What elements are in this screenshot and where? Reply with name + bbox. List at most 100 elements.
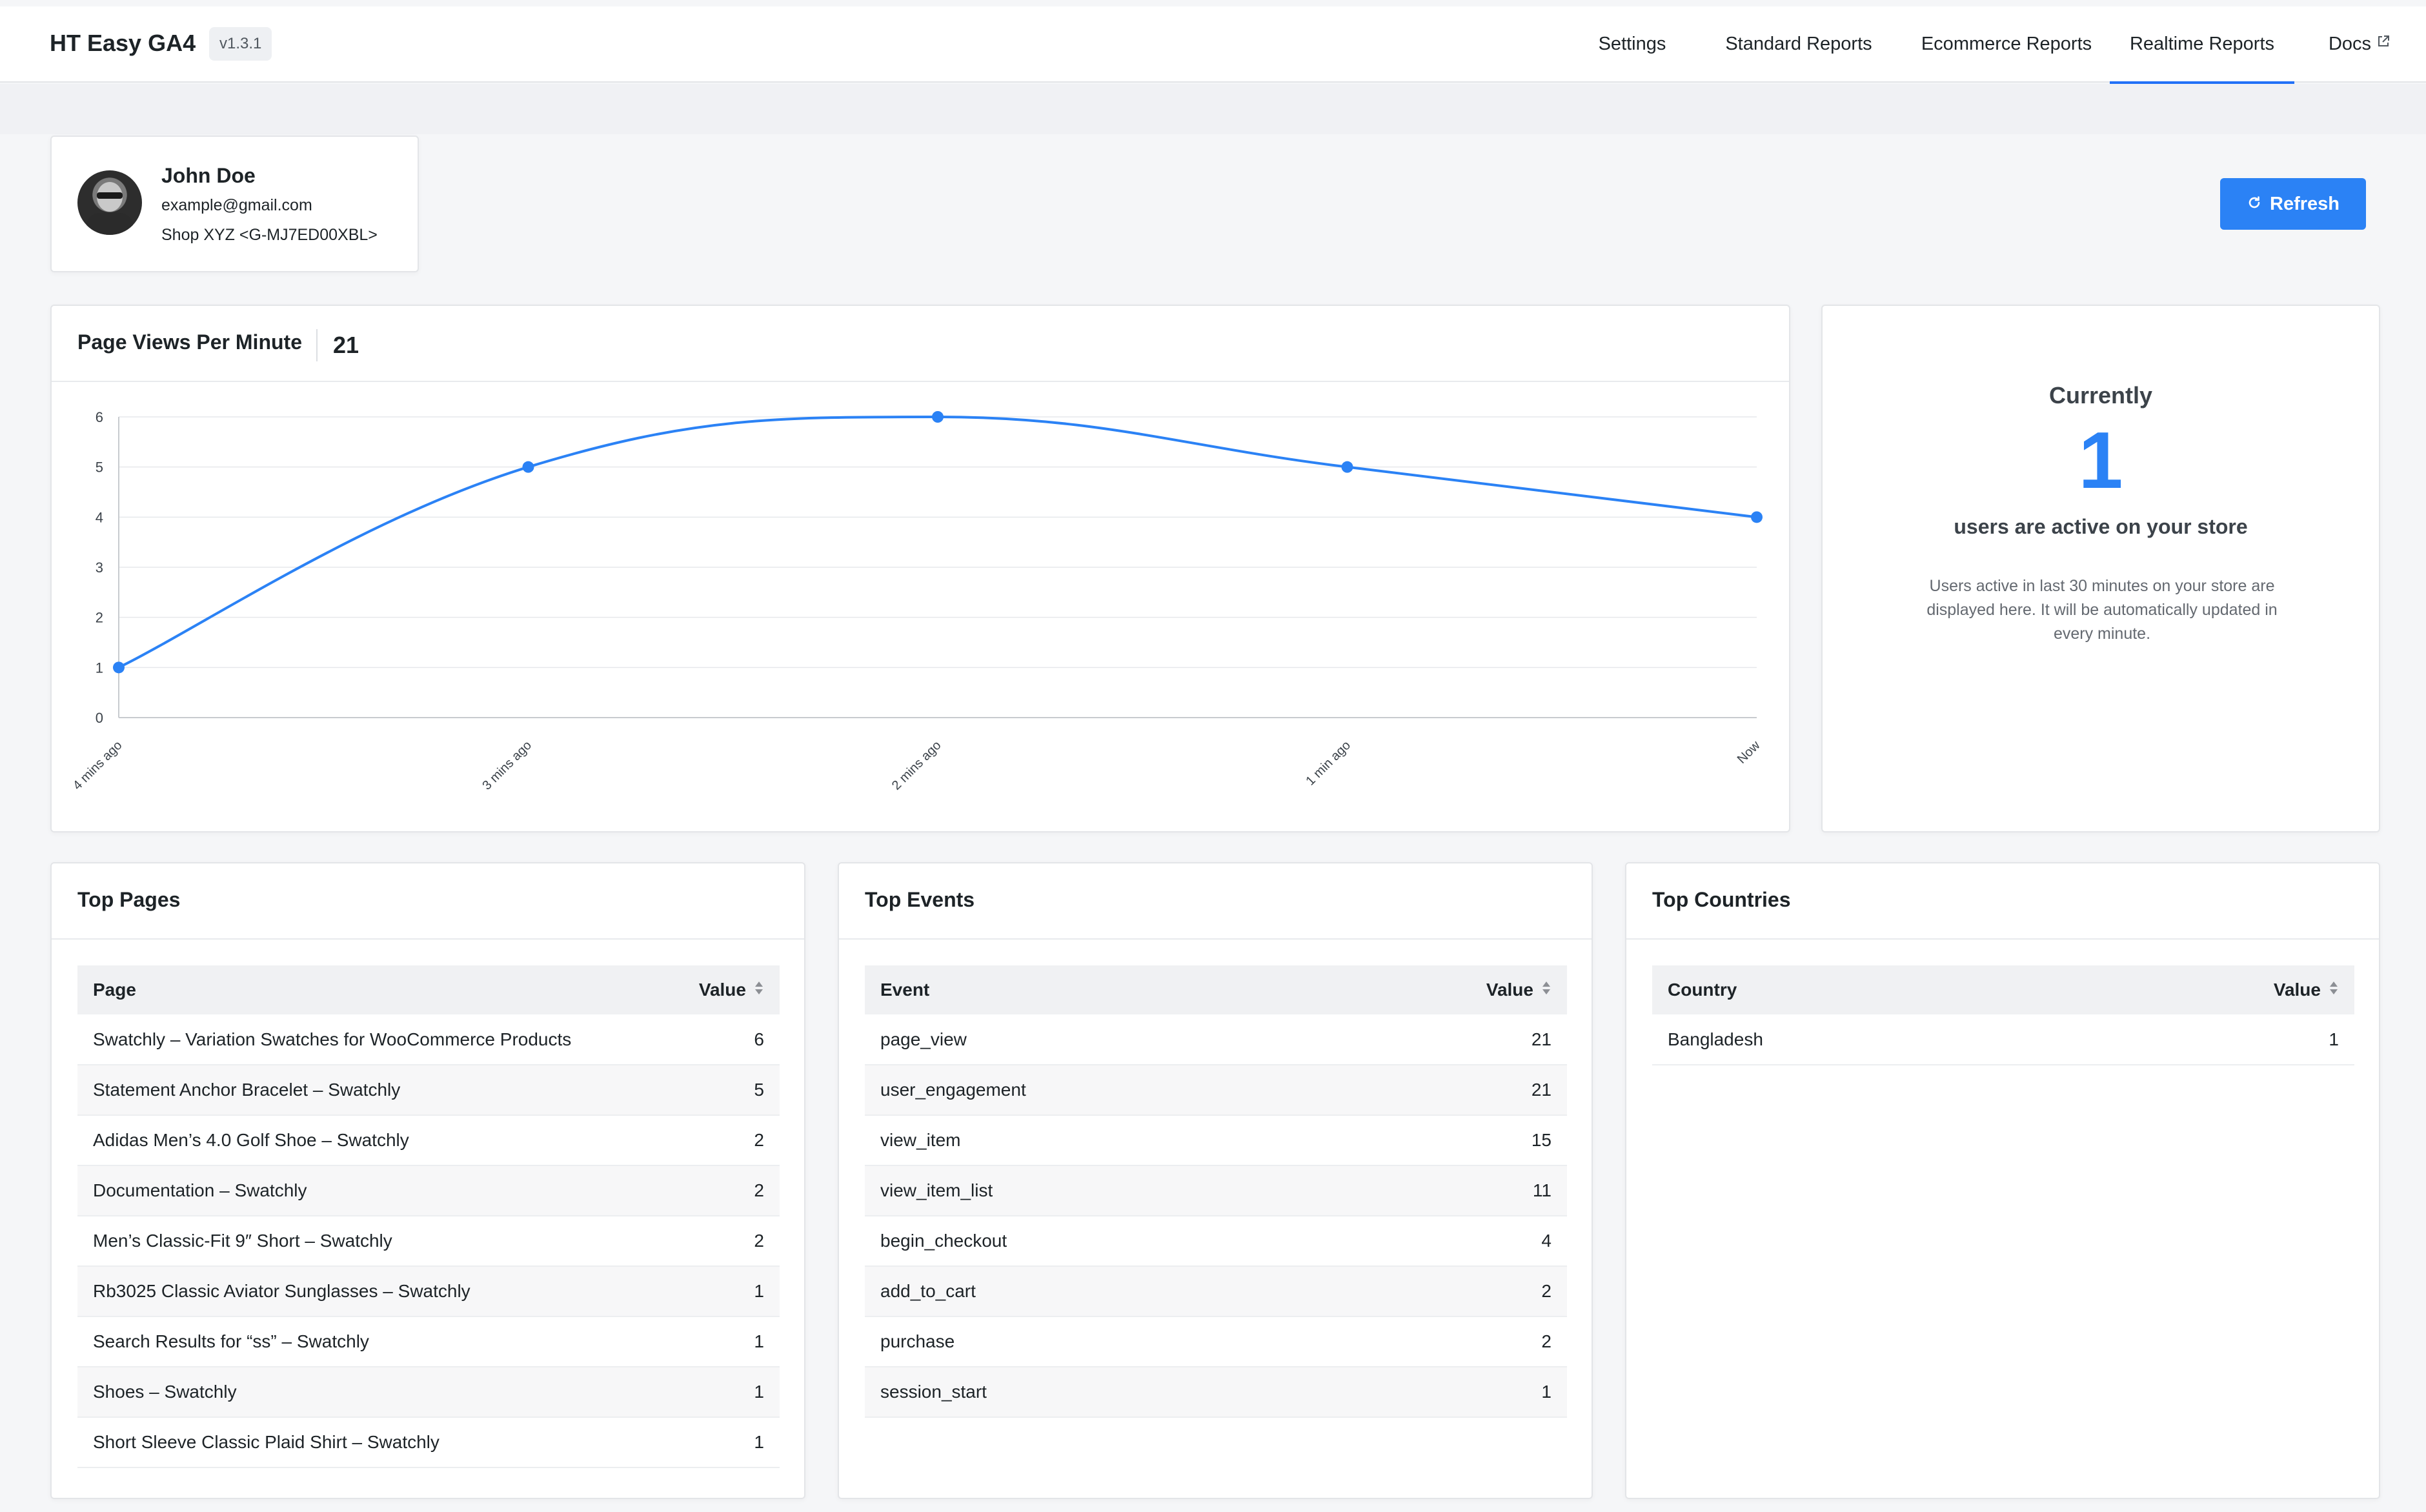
y-tick-label: 4 [96, 509, 103, 525]
table-row: purchase 2 [865, 1316, 1567, 1367]
row-value: 2 [668, 1165, 780, 1216]
row-label: view_item_list [865, 1165, 1320, 1216]
row-label: Documentation – Swatchly [77, 1165, 669, 1216]
app-title: HT Easy GA4 [50, 30, 196, 56]
refresh-button[interactable]: Refresh [2220, 178, 2366, 230]
row-label: Short Sleeve Classic Plaid Shirt – Swatc… [77, 1417, 669, 1468]
top-countries-card: Top Countries Country Value Bangladesh 1 [1625, 862, 2380, 1499]
row-label: Statement Anchor Bracelet – Swatchly [77, 1065, 669, 1116]
column-header-label: Country [1668, 980, 1737, 1000]
row-label: user_engagement [865, 1065, 1320, 1116]
active-users-card: Currently 1 users are active on your sto… [1821, 305, 2380, 832]
page-views-chart: 0 1 2 3 4 5 6 4 mins ago 3 mins ago 2 mins ago 1 m… [70, 409, 1763, 793]
table-row: Short Sleeve Classic Plaid Shirt – Swatc… [77, 1417, 780, 1468]
row-label: Swatchly – Variation Swatches for WooCom… [77, 1014, 669, 1065]
y-tick-label: 5 [96, 459, 103, 476]
data-point[interactable] [1341, 461, 1353, 473]
tab-realtime-reports-label: Realtime Reports [2129, 34, 2275, 54]
data-point[interactable] [1751, 511, 1763, 523]
profile-name: John Doe [161, 164, 256, 187]
row-value: 2 [668, 1216, 780, 1267]
top-events-header: Top Events [839, 863, 1592, 940]
tab-ecommerce-reports-label: Ecommerce Reports [1921, 34, 2092, 54]
page-views-card: Page Views Per Minute 21 0 1 2 3 4 5 6 4 mins a… [50, 305, 1790, 832]
table-row: Bangladesh 1 [1652, 1014, 2354, 1065]
top-events-card: Top Events Event Value page_view 21 user_eng… [838, 862, 1593, 1499]
table-row: page_view 21 [865, 1014, 1567, 1065]
tab-docs-label: Docs [2328, 34, 2372, 54]
table-row: session_start 1 [865, 1367, 1567, 1418]
data-point[interactable] [522, 461, 534, 473]
row-label: Adidas Men’s 4.0 Golf Shoe – Swatchly [77, 1115, 669, 1166]
top-pages-table: Page Value Swatchly – Variation Swatches f… [77, 965, 780, 1468]
tab-standard-reports-label: Standard Reports [1725, 34, 1872, 54]
refresh-label: Refresh [2270, 194, 2340, 214]
y-tick-label: 3 [96, 559, 103, 576]
tab-settings[interactable]: Settings [1593, 6, 1671, 84]
column-header-value[interactable]: Value [2051, 965, 2354, 1014]
top-events-title: Top Events [865, 888, 975, 911]
table-row: Men’s Classic-Fit 9″ Short – Swatchly 2 [77, 1216, 780, 1267]
y-tick-label: 6 [96, 409, 103, 425]
row-label: begin_checkout [865, 1216, 1320, 1267]
top-countries-table: Country Value Bangladesh 1 [1652, 965, 2354, 1065]
row-value: 6 [668, 1014, 780, 1065]
table-row: Rb3025 Classic Aviator Sunglasses – Swat… [77, 1266, 780, 1317]
table-row: view_item_list 11 [865, 1165, 1567, 1216]
column-header-label: Value [698, 980, 746, 1000]
row-label: add_to_cart [865, 1266, 1320, 1317]
column-header-name: Event [865, 965, 1319, 1014]
row-label: Shoes – Swatchly [77, 1367, 669, 1418]
row-label: Rb3025 Classic Aviator Sunglasses – Swat… [77, 1266, 669, 1317]
external-link-icon [2376, 5, 2391, 80]
data-point[interactable] [113, 661, 125, 674]
sort-icon[interactable] [754, 980, 764, 1000]
active-users-description: Users active in last 30 minutes on your … [1926, 577, 2278, 643]
sort-icon[interactable] [2329, 980, 2339, 1000]
y-tick-label: 2 [96, 610, 103, 626]
table-row: begin_checkout 4 [865, 1216, 1567, 1267]
top-pages-title: Top Pages [77, 888, 181, 911]
row-value: 4 [1319, 1216, 1567, 1267]
table-row: Search Results for “ss” – Swatchly 1 [77, 1316, 780, 1367]
x-tick-label: Now [1735, 738, 1763, 767]
version-badge: v1.3.1 [209, 27, 272, 61]
profile-card: John Doe example@gmail.com Shop XYZ <G-M… [50, 136, 419, 272]
page-views-total: 21 [316, 329, 359, 361]
tab-docs[interactable]: Docs [2318, 6, 2401, 84]
tab-realtime-reports[interactable]: Realtime Reports [2110, 6, 2294, 84]
column-header-name: Country [1652, 965, 2051, 1014]
row-label: view_item [865, 1115, 1320, 1166]
page-views-header: Page Views Per Minute 21 [52, 306, 1789, 382]
row-label: purchase [865, 1316, 1320, 1367]
avatar [77, 170, 142, 235]
x-tick-label: 1 min ago [1303, 738, 1353, 789]
page-views-title: Page Views Per Minute [77, 330, 302, 354]
row-label: Search Results for “ss” – Swatchly [77, 1316, 669, 1367]
y-tick-label: 1 [96, 660, 103, 676]
table-header-row: Page Value [77, 965, 780, 1014]
row-value: 2 [1319, 1316, 1567, 1367]
column-header-value[interactable]: Value [1319, 965, 1567, 1014]
row-label: Bangladesh [1652, 1014, 2051, 1065]
sort-icon[interactable] [1541, 980, 1552, 1000]
tab-standard-reports[interactable]: Standard Reports [1704, 6, 1893, 84]
row-value: 21 [1319, 1065, 1567, 1116]
table-row: Shoes – Swatchly 1 [77, 1367, 780, 1418]
row-value: 1 [668, 1266, 780, 1317]
tab-ecommerce-reports[interactable]: Ecommerce Reports [1911, 6, 2102, 84]
column-header-label: Value [2273, 980, 2321, 1000]
table-row: add_to_cart 2 [865, 1266, 1567, 1317]
data-point[interactable] [932, 411, 944, 423]
table-row: view_item 15 [865, 1115, 1567, 1166]
top-bar: HT Easy GA4 v1.3.1 Settings Standard Rep… [0, 6, 2426, 84]
table-row: Documentation – Swatchly 2 [77, 1165, 780, 1216]
active-users-subtitle: users are active on your store [1954, 515, 2248, 538]
row-label: session_start [865, 1367, 1320, 1418]
active-users-count: 1 [2078, 416, 2123, 505]
x-tick-label: 2 mins ago [889, 738, 944, 793]
tab-settings-label: Settings [1598, 34, 1666, 54]
row-value: 1 [1319, 1367, 1567, 1418]
table-row: Adidas Men’s 4.0 Golf Shoe – Swatchly 2 [77, 1115, 780, 1166]
column-header-value[interactable]: Value [668, 965, 780, 1014]
